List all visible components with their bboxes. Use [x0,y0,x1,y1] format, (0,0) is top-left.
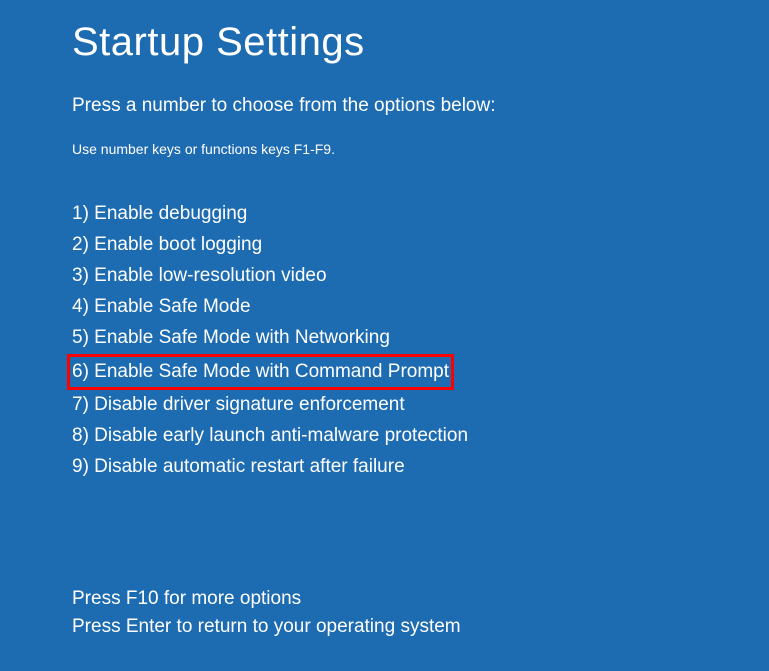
option-8[interactable]: 8) Disable early launch anti-malware pro… [72,421,468,451]
page-title: Startup Settings [72,20,769,65]
option-7[interactable]: 7) Disable driver signature enforcement [72,390,405,420]
subtitle: Press a number to choose from the option… [72,95,769,117]
footer-more-options: Press F10 for more options [72,585,769,613]
option-9[interactable]: 9) Disable automatic restart after failu… [72,452,405,482]
option-2[interactable]: 2) Enable boot logging [72,230,262,260]
hint-text: Use number keys or functions keys F1-F9. [72,141,769,157]
option-4[interactable]: 4) Enable Safe Mode [72,292,251,322]
option-1[interactable]: 1) Enable debugging [72,199,247,229]
option-5[interactable]: 5) Enable Safe Mode with Networking [72,323,390,353]
option-3[interactable]: 3) Enable low-resolution video [72,261,327,291]
option-6[interactable]: 6) Enable Safe Mode with Command Prompt [67,354,454,390]
options-list: 1) Enable debugging2) Enable boot loggin… [72,199,769,483]
footer-return: Press Enter to return to your operating … [72,613,769,641]
